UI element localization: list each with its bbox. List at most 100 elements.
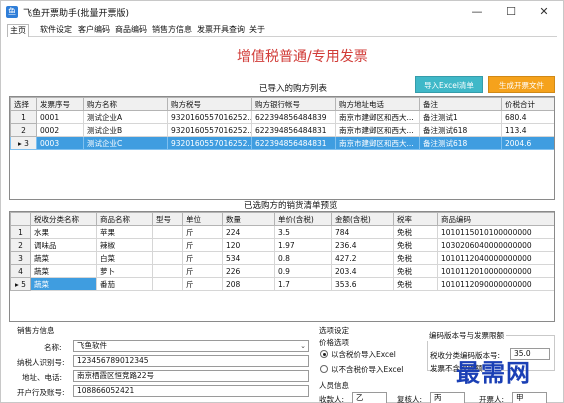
cell-total[interactable]: 680.4: [501, 110, 554, 124]
tab-software-settings[interactable]: 软件设定: [38, 24, 74, 37]
row-marker[interactable]: 1: [10, 225, 31, 239]
cell-unit-price[interactable]: 1.7: [274, 277, 332, 291]
radio-incl-tax-label[interactable]: 以含税价导入Excel: [331, 349, 396, 360]
table-row[interactable]: 1 0001 测试企业A 932016055701625​2... 622394…: [10, 110, 554, 124]
cell-tax-category[interactable]: 蔬菜: [30, 264, 97, 278]
cell-amount[interactable]: 203.4: [331, 264, 394, 278]
cell-quantity[interactable]: 224: [222, 225, 275, 239]
table-row[interactable]: 3 蔬菜 白菜 斤 534 0.8 427.2 免税 1010112040000000000: [10, 251, 554, 265]
cell-total[interactable]: 2004.6: [501, 136, 554, 150]
reviewer-field[interactable]: 丙: [430, 392, 465, 403]
cell-name[interactable]: 测试企业C: [83, 136, 168, 150]
cell-product-name[interactable]: 萝卜: [96, 264, 153, 278]
cell-seq[interactable]: 0001: [36, 110, 84, 124]
table-row[interactable]: 1 水果 苹果 斤 224 3.5 784 免税 1010115010100000000: [10, 225, 554, 239]
tab-about[interactable]: 关于: [247, 24, 267, 37]
cell-product-code[interactable]: 1010112090000000000: [437, 277, 554, 291]
cell-tax-rate[interactable]: 免税: [393, 238, 438, 252]
col-select[interactable]: 选择: [10, 97, 37, 111]
payee-field[interactable]: 乙: [352, 392, 387, 403]
col-unit-price[interactable]: 单价(含税): [274, 212, 332, 226]
col-unit[interactable]: 单位: [182, 212, 223, 226]
cell-product-name[interactable]: 白菜: [96, 251, 153, 265]
cell-quantity[interactable]: 534: [222, 251, 275, 265]
cell-note[interactable]: 备注测试618: [419, 136, 502, 150]
cell-tax-rate[interactable]: 免税: [393, 225, 438, 239]
row-marker[interactable]: 3: [10, 251, 31, 265]
cell-model[interactable]: [152, 225, 183, 239]
cell-unit-price[interactable]: 1.97: [274, 238, 332, 252]
cell-product-name[interactable]: 番茄: [96, 277, 153, 291]
col-seq[interactable]: 发票序号: [36, 97, 84, 111]
col-total[interactable]: 价税合计: [501, 97, 554, 111]
col-product-name[interactable]: 商品名称: [96, 212, 153, 226]
cell-note[interactable]: 备注测试1: [419, 110, 502, 124]
cell-tax-category[interactable]: 蔬菜: [30, 251, 97, 265]
col-buyer-name[interactable]: 购方名称: [83, 97, 168, 111]
cell-amount[interactable]: 353.6: [331, 277, 394, 291]
cell-total[interactable]: 113.4: [501, 123, 554, 137]
cell-unit[interactable]: 斤: [182, 264, 223, 278]
cell-taxid[interactable]: 9320160557016252...: [167, 136, 252, 150]
cell-amount[interactable]: 784: [331, 225, 394, 239]
cell-amount[interactable]: 236.4: [331, 238, 394, 252]
tab-home[interactable]: 主页: [7, 24, 29, 37]
drawer-field[interactable]: 甲: [512, 392, 547, 403]
cell-quantity[interactable]: 208: [222, 277, 275, 291]
row-marker[interactable]: 2: [10, 123, 37, 137]
radio-excl-tax-label[interactable]: 以不含税价导入Excel: [331, 364, 403, 375]
seller-name-dropdown[interactable]: 飞鱼软件 ⌄: [73, 340, 309, 352]
cell-tax-rate[interactable]: 免税: [393, 277, 438, 291]
cell-quantity[interactable]: 226: [222, 264, 275, 278]
seller-bank-field[interactable]: 108866052421: [73, 385, 309, 397]
cell-product-name[interactable]: 辣椒: [96, 238, 153, 252]
cell-quantity[interactable]: 120: [222, 238, 275, 252]
generate-file-button[interactable]: 生成开票文件: [488, 76, 555, 93]
cell-name[interactable]: 测试企业B: [83, 123, 168, 137]
table-row[interactable]: ▸ 5 蔬菜 番茄 斤 208 1.7 353.6 免税 1010112090000000000: [10, 277, 554, 291]
minimize-button[interactable]: —: [464, 3, 490, 21]
col-buyer-address[interactable]: 购方地址电话: [335, 97, 420, 111]
col-quantity[interactable]: 数量: [222, 212, 275, 226]
cell-product-code[interactable]: 1010112010000000000: [437, 264, 554, 278]
maximize-button[interactable]: ☐: [498, 3, 524, 21]
col-product-code[interactable]: 商品编码: [437, 212, 554, 226]
cell-product-code[interactable]: 1010115010100000000: [437, 225, 554, 239]
cell-address[interactable]: 南京市建邺区和西大...: [335, 123, 420, 137]
cell-unit[interactable]: 斤: [182, 251, 223, 265]
cell-model[interactable]: [152, 264, 183, 278]
cell-tax-rate[interactable]: 免税: [393, 264, 438, 278]
cell-bank[interactable]: 622394856484831: [251, 123, 336, 137]
radio-incl-tax[interactable]: [320, 350, 328, 358]
table-row[interactable]: 2 调味品 辣椒 斤 120 1.97 236.4 免税 1030206040000000000: [10, 238, 554, 252]
col-note[interactable]: 备注: [419, 97, 502, 111]
cell-amount[interactable]: 427.2: [331, 251, 394, 265]
cell-seq[interactable]: 0003: [36, 136, 84, 150]
col-amount[interactable]: 金额(含税): [331, 212, 394, 226]
chevron-down-icon[interactable]: ⌄: [300, 341, 306, 351]
tab-customer-codes[interactable]: 客户编码: [76, 24, 112, 37]
cell-taxid[interactable]: 932016055701625​2...: [167, 110, 252, 124]
cell-tax-category[interactable]: 蔬菜: [30, 277, 97, 291]
cell-bank[interactable]: 622394856484831: [251, 136, 336, 150]
seller-taxid-field[interactable]: 123456789012345: [73, 355, 309, 367]
cell-tax-rate[interactable]: 免税: [393, 251, 438, 265]
row-marker[interactable]: 4: [10, 264, 31, 278]
col-buyer-taxid[interactable]: 购方税号: [167, 97, 252, 111]
col-buyer-bank[interactable]: 购方银行帐号: [251, 97, 336, 111]
cell-unit-price[interactable]: 3.5: [274, 225, 332, 239]
cell-address[interactable]: 南京市建邺区和西大...: [335, 110, 420, 124]
row-marker[interactable]: 1: [10, 110, 37, 124]
row-marker[interactable]: ▸ 3: [10, 136, 37, 150]
cell-tax-category[interactable]: 水果: [30, 225, 97, 239]
cell-seq[interactable]: 0002: [36, 123, 84, 137]
cell-address[interactable]: 南京市建邺区和西大...: [335, 136, 420, 150]
cell-taxid[interactable]: 9320160557016252...: [167, 123, 252, 137]
cell-unit-price[interactable]: 0.9: [274, 264, 332, 278]
cell-tax-category[interactable]: 调味品: [30, 238, 97, 252]
cell-unit[interactable]: 斤: [182, 225, 223, 239]
cell-name[interactable]: 测试企业A: [83, 110, 168, 124]
table-row[interactable]: 2 0002 测试企业B 9320160557016252... 6223948…: [10, 123, 554, 137]
table-row-selected[interactable]: ▸ 3 0003 测试企业C 9320160557016252... 62239…: [10, 136, 554, 150]
row-marker[interactable]: 2: [10, 238, 31, 252]
